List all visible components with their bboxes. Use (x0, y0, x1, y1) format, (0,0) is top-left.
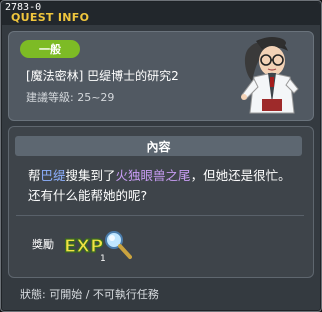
reward-label: 獎勵 (32, 238, 54, 251)
item-name-highlight: 火独眼兽之尾 (115, 168, 191, 183)
quest-name: [魔法密林] 巴缇博士的研究2 (26, 69, 179, 83)
exp-amount: 1 (100, 254, 106, 262)
window-titlebar[interactable]: 2783-0 QUEST INFO (2, 2, 320, 25)
exp-text: EXP (64, 236, 103, 257)
quest-status: 狀態: 可開始 / 不可執行任務 (20, 288, 159, 301)
reward-divider (16, 215, 304, 216)
level-requirement: 建議等級: 25~29 (26, 91, 115, 104)
exp-magnifier-icon: EXP 1 (63, 231, 132, 262)
description-part-1: 帮 (28, 168, 41, 183)
content-header: 內容 (15, 136, 302, 156)
quest-category-badge: 一般 (20, 40, 80, 58)
quest-description: 帮巴缇搜集到了火独眼兽之尾，但她还是很忙。还有什么能帮她的呢? (28, 166, 302, 206)
npc-name-highlight: 巴缇 (40, 168, 66, 183)
doctor-npc-icon (241, 37, 299, 114)
window-title: QUEST INFO (11, 11, 90, 24)
description-part-2: 搜集到了 (65, 168, 116, 183)
